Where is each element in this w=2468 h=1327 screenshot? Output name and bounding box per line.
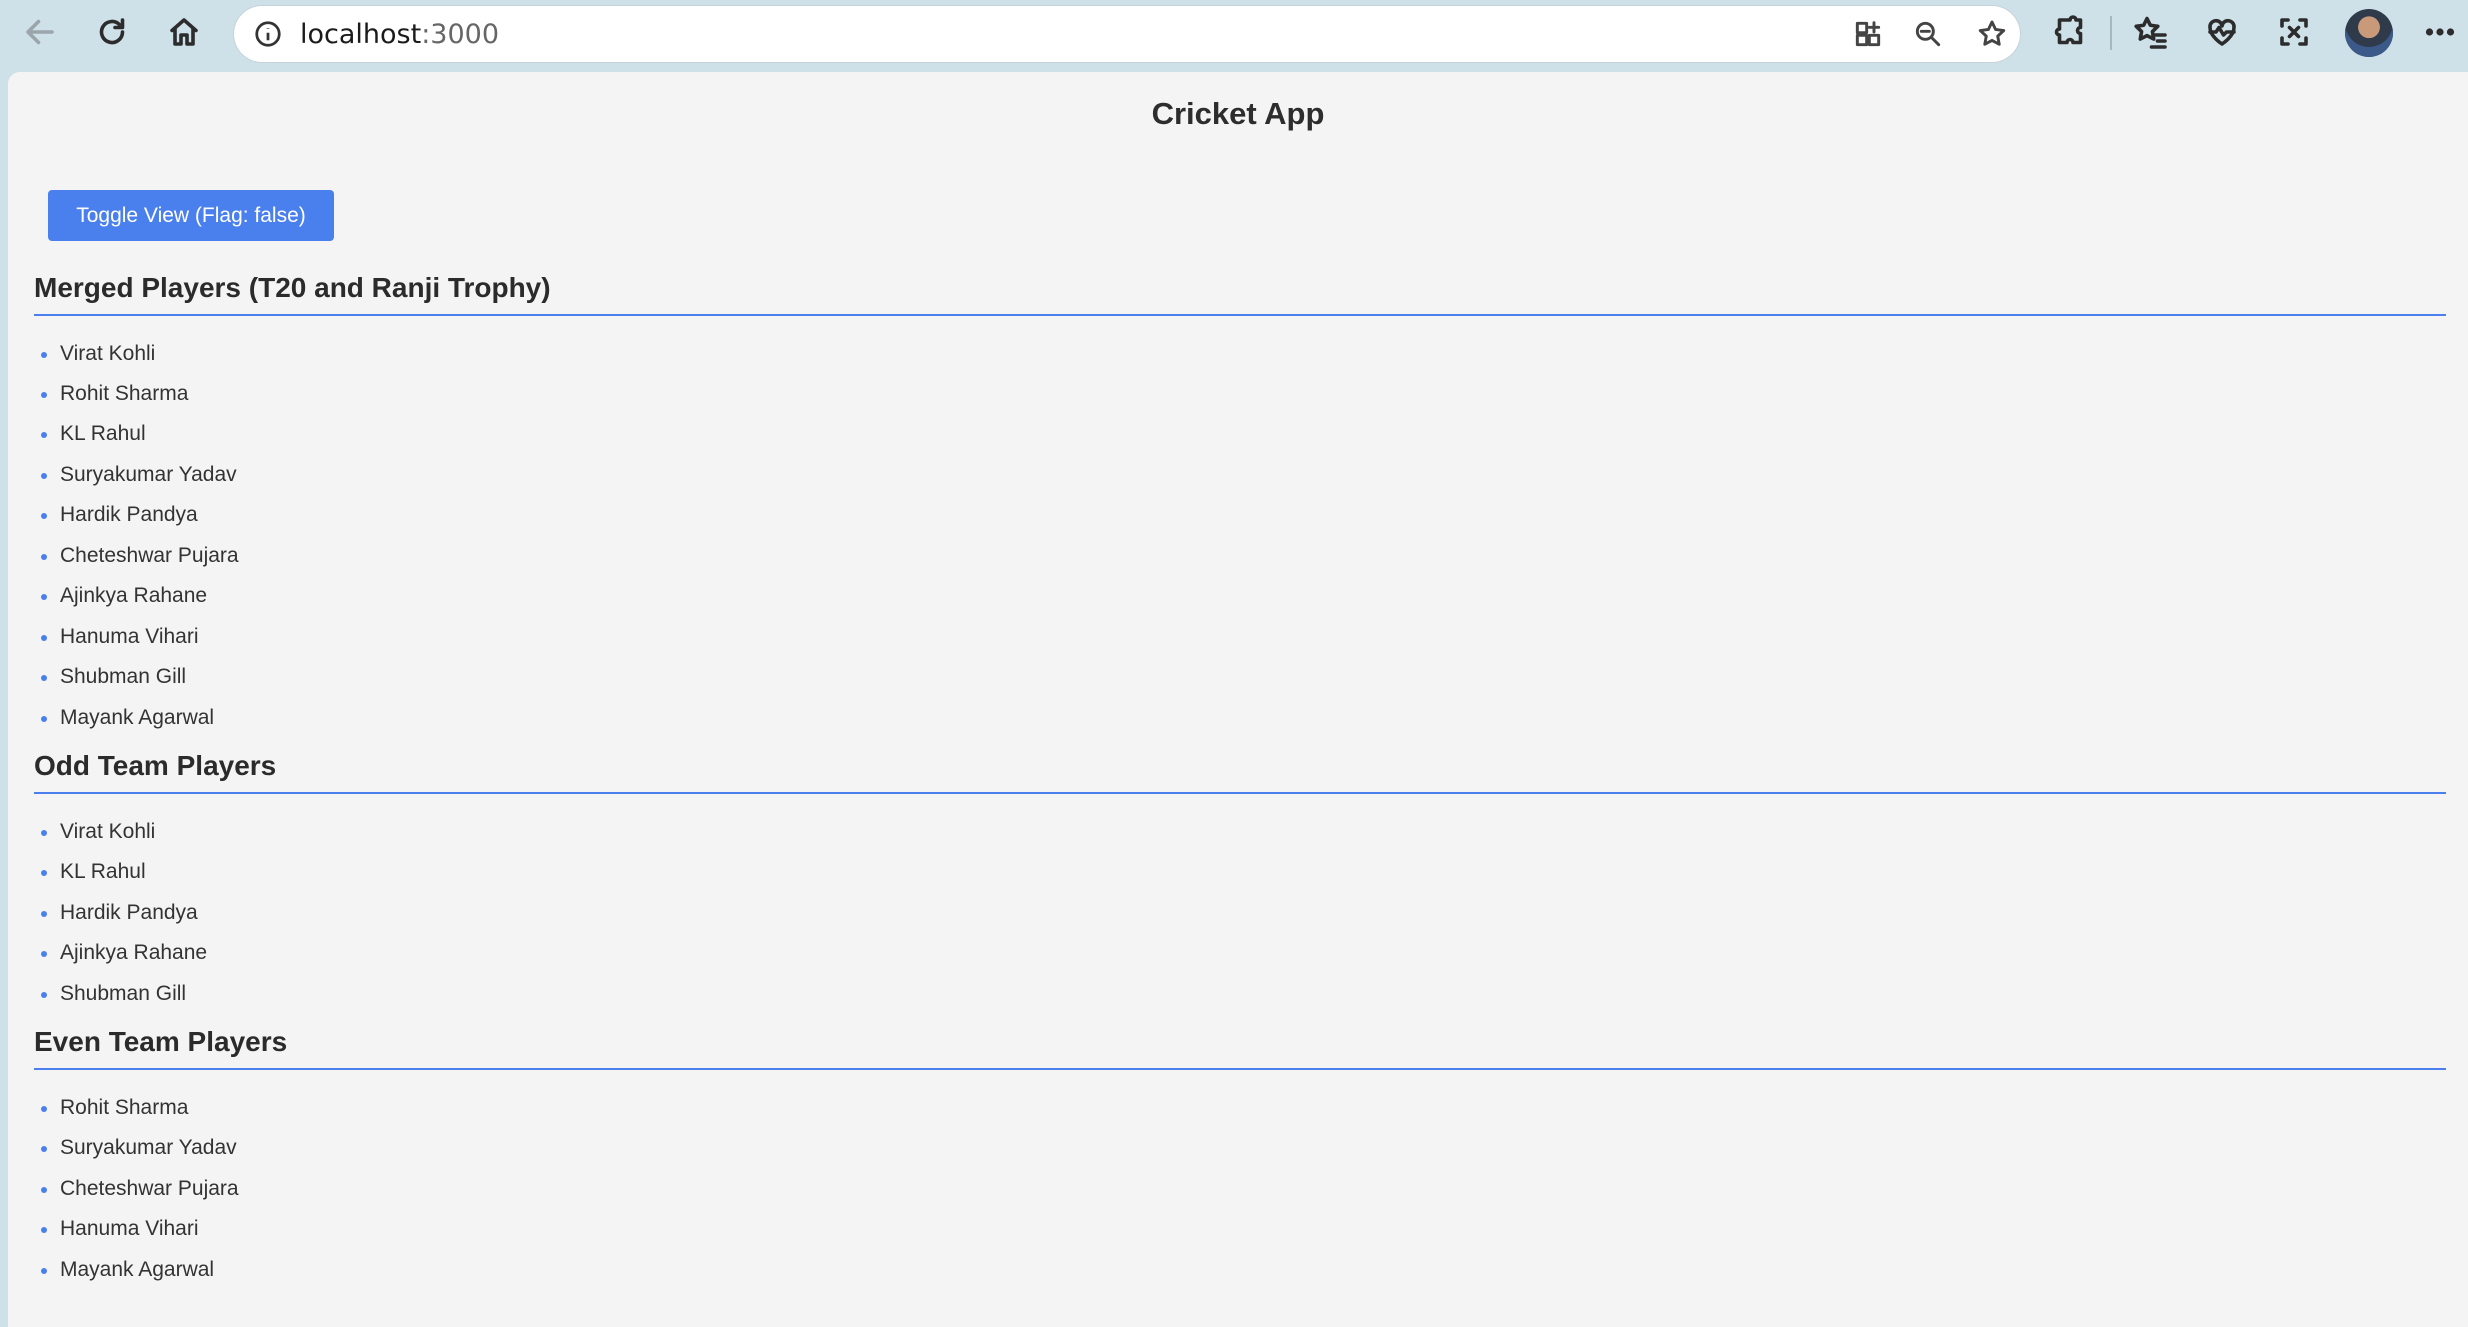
page-title: Cricket App (1151, 96, 1325, 131)
url-text[interactable]: localhost:3000 (300, 19, 499, 50)
zoom-out-icon[interactable] (1908, 16, 1948, 52)
list-item: Suryakumar Yadav (34, 463, 237, 487)
list-item: Rohit Sharma (34, 1096, 188, 1120)
odd-team-section: Odd Team Players Virat Kohli KL Rahul Ha… (34, 750, 2446, 1005)
list-item: Hardik Pandya (34, 901, 198, 925)
home-icon[interactable] (156, 8, 212, 56)
list-item: Virat Kohli (34, 820, 155, 844)
page-viewport: Cricket App Toggle View (Flag: false) Me… (8, 72, 2468, 1327)
section-heading: Even Team Players (34, 1026, 2446, 1070)
web-capture-icon[interactable] (2266, 8, 2322, 56)
address-bar[interactable]: localhost:3000 (234, 6, 2020, 62)
toggle-view-button[interactable]: Toggle View (Flag: false) (48, 190, 334, 241)
list-item: Hanuma Vihari (34, 625, 199, 649)
list-item: Ajinkya Rahane (34, 584, 207, 608)
list-item: Suryakumar Yadav (34, 1136, 237, 1160)
favorites-icon[interactable] (2122, 8, 2178, 56)
list-item: Shubman Gill (34, 665, 186, 689)
info-icon[interactable] (252, 18, 284, 50)
star-icon[interactable] (1972, 16, 2012, 52)
even-team-section: Even Team Players Rohit Sharma Suryakuma… (34, 1026, 2446, 1281)
refresh-icon[interactable] (84, 8, 140, 56)
puzzle-icon[interactable] (2042, 8, 2098, 56)
list-item: Mayank Agarwal (34, 706, 214, 730)
more-icon[interactable] (2412, 8, 2468, 56)
list-item: Hanuma Vihari (34, 1217, 199, 1241)
list-item: Virat Kohli (34, 342, 155, 366)
browser-toolbar: localhost:3000 (0, 0, 2468, 72)
list-item: KL Rahul (34, 422, 146, 446)
toolbar-divider (2110, 16, 2112, 50)
url-host: localhost (300, 19, 422, 50)
section-heading: Merged Players (T20 and Ranji Trophy) (34, 272, 2446, 316)
section-heading: Odd Team Players (34, 750, 2446, 794)
merged-players-section: Merged Players (T20 and Ranji Trophy) Vi… (34, 272, 2446, 729)
list-item: Mayank Agarwal (34, 1258, 214, 1282)
list-item: KL Rahul (34, 860, 146, 884)
list-item: Hardik Pandya (34, 503, 198, 527)
list-item: Rohit Sharma (34, 382, 188, 406)
heartbeat-icon[interactable] (2194, 8, 2250, 56)
list-item: Ajinkya Rahane (34, 941, 207, 965)
url-port: :3000 (421, 19, 500, 50)
app-available-icon[interactable] (1848, 16, 1888, 52)
back-arrow-icon[interactable] (12, 8, 68, 56)
avatar[interactable] (2345, 9, 2393, 57)
list-item: Shubman Gill (34, 982, 186, 1006)
list-item: Cheteshwar Pujara (34, 1177, 239, 1201)
list-item: Cheteshwar Pujara (34, 544, 239, 568)
